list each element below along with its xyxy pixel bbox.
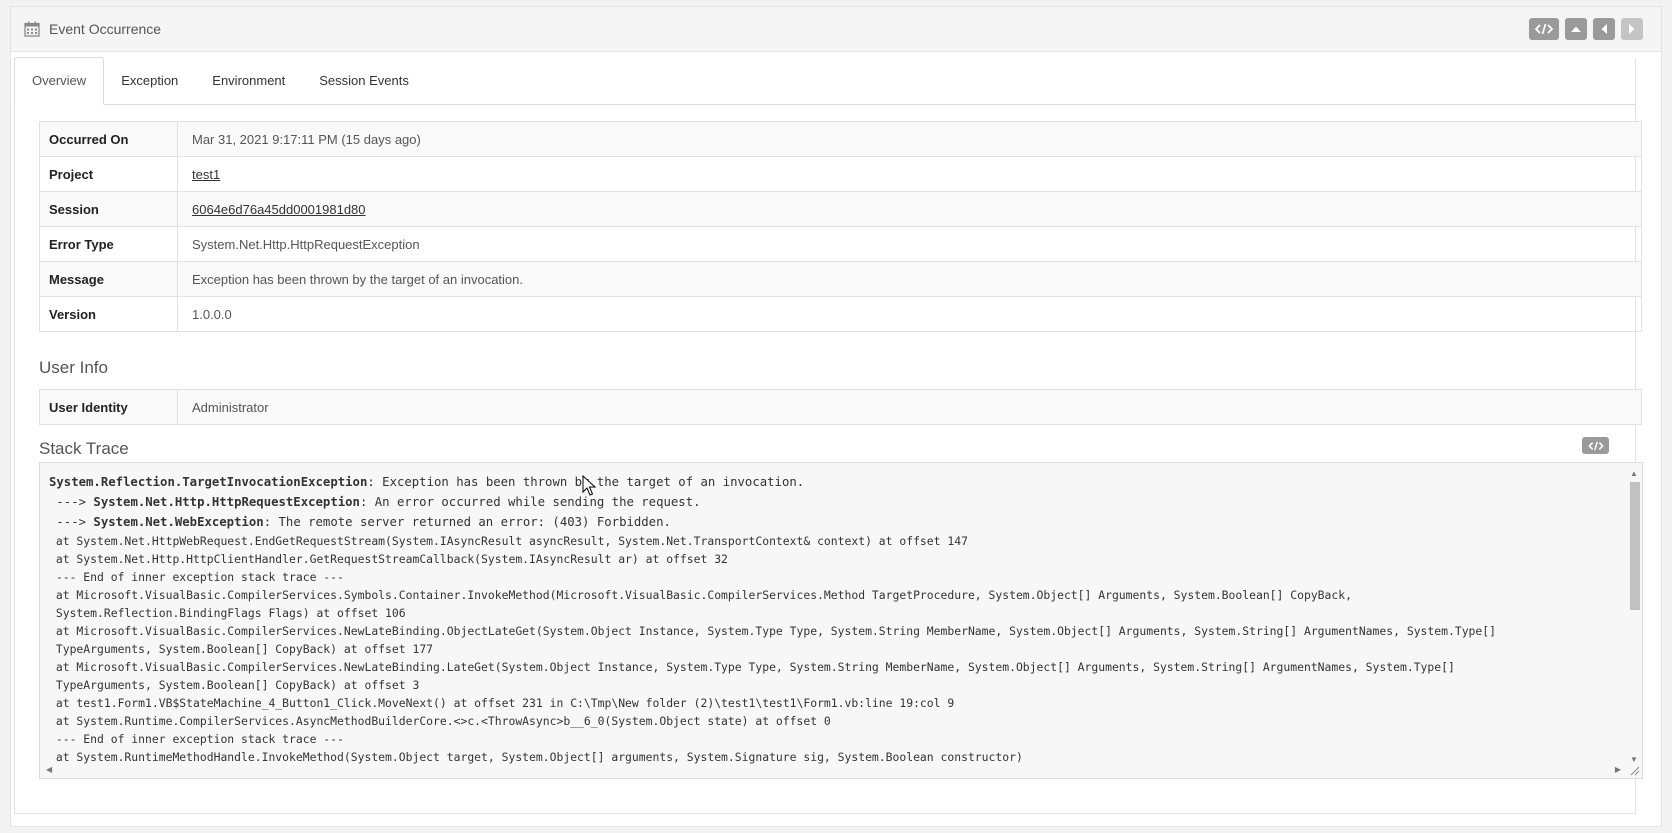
- row-key: User Identity: [39, 389, 178, 425]
- table-row: User Identity Administrator: [39, 389, 1642, 425]
- scroll-down-arrow[interactable]: ▼: [1630, 755, 1638, 764]
- vertical-scrollbar[interactable]: ▲ ▼: [1627, 469, 1641, 764]
- stack-trace-line: at Microsoft.VisualBasic.CompilerService…: [49, 622, 1619, 640]
- exception-type: System.Reflection.TargetInvocationExcept…: [49, 475, 368, 489]
- collapse-button[interactable]: [1565, 18, 1587, 40]
- mouse-cursor-icon: [582, 475, 596, 496]
- panel-title: Event Occurrence: [49, 21, 162, 37]
- tab-bar: Overview Exception Environment Session E…: [14, 57, 1636, 105]
- stack-trace-line: at System.Net.HttpWebRequest.EndGetReque…: [49, 532, 1619, 550]
- scrollbar-thumb[interactable]: [1630, 482, 1640, 610]
- previous-button[interactable]: [1593, 18, 1615, 40]
- user-info-table: User Identity Administrator: [39, 389, 1642, 425]
- tab-session-events[interactable]: Session Events: [302, 58, 426, 104]
- stack-trace-line: System.Reflection.BindingFlags Flags) at…: [49, 604, 1619, 622]
- error-type-value: System.Net.Http.HttpRequestException: [177, 226, 1642, 262]
- stack-trace-line: at System.Net.Http.HttpClientHandler.Get…: [49, 550, 1619, 568]
- scroll-right-arrow[interactable]: ▶: [1615, 765, 1621, 774]
- stack-line-text: --- End of inner exception stack trace -…: [49, 570, 344, 584]
- stack-line-text: at System.Runtime.CompilerServices.Async…: [49, 714, 831, 728]
- table-row: Message Exception has been thrown by the…: [39, 261, 1642, 297]
- chevron-right-icon: [1629, 24, 1635, 34]
- session-link[interactable]: 6064e6d76a45dd0001981d80: [192, 202, 366, 217]
- stack-trace-line: at test1.Form1.VB$StateMachine_4_Button1…: [49, 694, 1619, 712]
- stack-line-text: TypeArguments, System.Boolean[] CopyBack…: [49, 678, 420, 692]
- table-row: Project test1: [39, 156, 1642, 192]
- stack-trace-source-button[interactable]: [1582, 437, 1609, 454]
- stack-line-text: : An error occurred while sending the re…: [359, 495, 701, 509]
- resize-handle-icon[interactable]: [1630, 766, 1640, 776]
- occurred-on-value: Mar 31, 2021 9:17:11 PM (15 days ago): [177, 121, 1642, 157]
- stack-trace-title: Stack Trace: [39, 439, 129, 458]
- calendar-icon: [24, 21, 40, 37]
- code-icon: [1587, 441, 1604, 450]
- stack-trace-line: at System.Runtime.CompilerServices.Async…: [49, 712, 1619, 730]
- stack-line-text: at System.RuntimeMethodHandle.InvokeMeth…: [49, 750, 1023, 764]
- row-key: Message: [39, 261, 178, 297]
- stack-trace-line: System.Reflection.TargetInvocationExcept…: [49, 472, 1619, 492]
- chevron-up-icon: [1571, 26, 1581, 32]
- next-button[interactable]: [1621, 18, 1643, 40]
- view-source-button[interactable]: [1529, 18, 1559, 40]
- version-value: 1.0.0.0: [177, 296, 1642, 332]
- stack-trace-line: --- End of inner exception stack trace -…: [49, 568, 1619, 586]
- table-row: Error Type System.Net.Http.HttpRequestEx…: [39, 226, 1642, 262]
- chevron-left-icon: [1601, 24, 1607, 34]
- table-row: Occurred On Mar 31, 2021 9:17:11 PM (15 …: [39, 121, 1642, 157]
- stack-line-text: at Microsoft.VisualBasic.CompilerService…: [49, 624, 1496, 638]
- project-value: test1: [177, 156, 1642, 192]
- project-link[interactable]: test1: [192, 167, 220, 182]
- code-icon: [1535, 23, 1553, 35]
- session-value: 6064e6d76a45dd0001981d80: [177, 191, 1642, 227]
- user-info-title: User Info: [39, 358, 108, 377]
- exception-type: System.Net.WebException: [93, 515, 264, 529]
- stack-line-text: at Microsoft.VisualBasic.CompilerService…: [49, 660, 1455, 674]
- stack-line-text: System.Reflection.BindingFlags Flags) at…: [49, 606, 406, 620]
- row-key: Version: [39, 296, 178, 332]
- scroll-up-arrow[interactable]: ▲: [1630, 469, 1638, 478]
- row-key: Project: [39, 156, 178, 192]
- stack-trace-line: ---> System.Net.Http.HttpRequestExceptio…: [49, 492, 1619, 512]
- tab-exception[interactable]: Exception: [104, 58, 195, 104]
- stack-trace-text: System.Reflection.TargetInvocationExcept…: [49, 472, 1619, 766]
- stack-trace-box[interactable]: System.Reflection.TargetInvocationExcept…: [39, 462, 1643, 779]
- stack-line-text: at test1.Form1.VB$StateMachine_4_Button1…: [49, 696, 955, 710]
- stack-line-text: at Microsoft.VisualBasic.CompilerService…: [49, 588, 1352, 602]
- user-identity-value: Administrator: [177, 389, 1642, 425]
- stack-trace-line: TypeArguments, System.Boolean[] CopyBack…: [49, 676, 1619, 694]
- table-row: Version 1.0.0.0: [39, 296, 1642, 332]
- stack-line-prefix: --->: [49, 515, 94, 529]
- stack-trace-line: ---> System.Net.WebException: The remote…: [49, 512, 1619, 532]
- stack-line-prefix: --->: [49, 495, 94, 509]
- stack-trace-line: at Microsoft.VisualBasic.CompilerService…: [49, 586, 1619, 604]
- stack-trace-line: TypeArguments, System.Boolean[] CopyBack…: [49, 640, 1619, 658]
- stack-line-text: TypeArguments, System.Boolean[] CopyBack…: [49, 642, 434, 656]
- message-value: Exception has been thrown by the target …: [177, 261, 1642, 297]
- horizontal-scrollbar[interactable]: ◀ ▶: [46, 763, 1621, 777]
- tab-environment[interactable]: Environment: [195, 58, 302, 104]
- stack-trace-line: --- End of inner exception stack trace -…: [49, 730, 1619, 748]
- panel-header: Event Occurrence: [11, 7, 1661, 52]
- row-key: Error Type: [39, 226, 178, 262]
- exception-type: System.Net.Http.HttpRequestException: [93, 495, 360, 509]
- row-key: Occurred On: [39, 121, 178, 157]
- overview-table: Occurred On Mar 31, 2021 9:17:11 PM (15 …: [39, 121, 1642, 332]
- tab-overview[interactable]: Overview: [14, 57, 105, 105]
- stack-line-text: --- End of inner exception stack trace -…: [49, 732, 344, 746]
- stack-line-text: at System.Net.HttpWebRequest.EndGetReque…: [49, 534, 968, 548]
- stack-line-text: at System.Net.Http.HttpClientHandler.Get…: [49, 552, 728, 566]
- row-key: Session: [39, 191, 178, 227]
- stack-line-text: : The remote server returned an error: (…: [263, 515, 671, 529]
- stack-trace-line: at Microsoft.VisualBasic.CompilerService…: [49, 658, 1619, 676]
- panel-header-buttons: [1529, 18, 1643, 40]
- scroll-left-arrow[interactable]: ◀: [46, 765, 52, 774]
- table-row: Session 6064e6d76a45dd0001981d80: [39, 191, 1642, 227]
